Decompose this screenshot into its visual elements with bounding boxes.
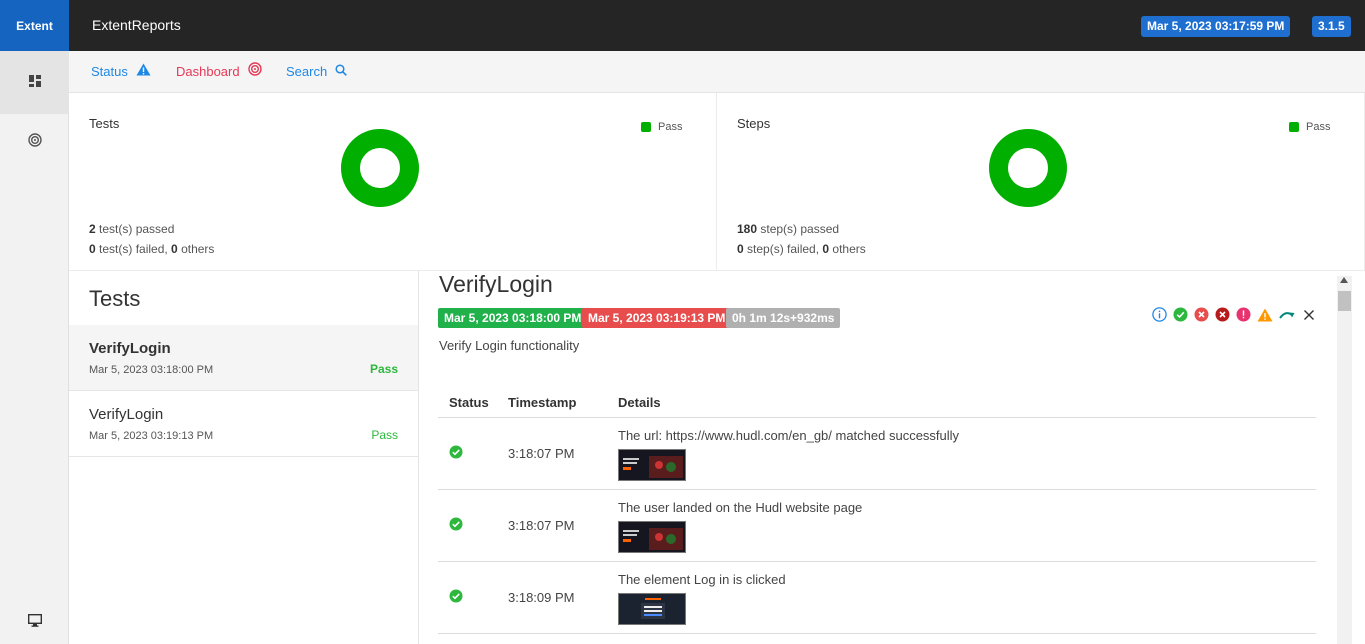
steps-failed-stat: 0 step(s) failed, 0 others [737, 242, 866, 256]
timestamp-cell: 3:18:09 PM [497, 561, 607, 634]
nav-search-link[interactable]: Search [286, 51, 348, 93]
monitor-icon [27, 613, 42, 632]
warning-triangle-icon [136, 51, 151, 93]
clear-filter-icon[interactable] [1302, 308, 1316, 322]
card-title: Steps [737, 116, 771, 131]
sidebar [0, 51, 69, 644]
tests-list-panel: Tests VerifyLogin Mar 5, 2023 03:18:00 P… [69, 271, 419, 644]
tests-heading: Tests [89, 286, 141, 311]
warning-filter-icon[interactable] [1257, 308, 1273, 322]
status-cell [438, 417, 497, 490]
details-cell: The element Log in is clicked [607, 561, 1316, 634]
details-cell: The url: https://www.hudl.com/en_gb/ mat… [607, 417, 1316, 490]
nav-dashboard-link[interactable]: Dashboard [176, 51, 262, 93]
nav-status-label: Status [91, 64, 128, 79]
nav-status-link[interactable]: Status [91, 51, 151, 93]
pass-slice [989, 129, 1067, 207]
screenshot-thumbnail[interactable] [618, 448, 686, 481]
table-header-row: Status Timestamp Details [438, 389, 1316, 418]
table-row: 3:18:07 PM The url: https://www.hudl.com… [438, 417, 1316, 490]
tests-donut-chart [341, 129, 419, 207]
top-bar: Extent ExtentReports Mar 5, 2023 03:17:5… [0, 0, 1365, 51]
fail-filter-icon[interactable] [1194, 307, 1209, 322]
status-cell [438, 489, 497, 562]
screenshot-thumbnail[interactable] [618, 520, 686, 553]
report-name: ExtentReports [92, 17, 181, 33]
tests-failed-stat: 0 test(s) failed, 0 others [89, 242, 215, 256]
test-time: Mar 5, 2023 03:19:13 PM [89, 430, 214, 442]
sidebar-item-environment[interactable] [0, 603, 69, 643]
status-filter-icons [1152, 307, 1316, 322]
nav-search-label: Search [286, 64, 328, 79]
legend-swatch [641, 122, 651, 132]
error-filter-icon[interactable] [1236, 307, 1251, 322]
column-header: Status [438, 389, 497, 418]
test-time: Mar 5, 2023 03:18:00 PM [89, 364, 214, 376]
nav-dashboard-label: Dashboard [176, 64, 240, 79]
test-status: Pass [369, 362, 398, 376]
tests-summary-card: Tests Pass 2 test(s) passed 0 test(s) fa… [69, 93, 717, 271]
chart-legend: Pass [1289, 121, 1330, 133]
sidebar-item-tests[interactable] [0, 51, 69, 114]
tests-passed-stat: 2 test(s) passed [89, 222, 175, 236]
test-name: VerifyLogin [89, 406, 164, 423]
pass-slice [341, 129, 419, 207]
test-description: Verify Login functionality [439, 338, 580, 353]
details-cell: The user landed on the Hudl website page [607, 489, 1316, 562]
target-icon [27, 133, 42, 152]
scrollbar-thumb[interactable] [1338, 291, 1351, 311]
test-list-item[interactable]: VerifyLogin Mar 5, 2023 03:19:13 PM Pass [69, 391, 418, 457]
test-list-item[interactable]: VerifyLogin Mar 5, 2023 03:18:00 PM Pass [69, 325, 418, 391]
steps-summary-card: Steps Pass 180 step(s) passed 0 step(s) … [717, 93, 1365, 271]
legend-label: Pass [1306, 121, 1331, 133]
search-icon [335, 51, 348, 93]
legend-label: Pass [658, 121, 683, 133]
test-status: Pass [371, 428, 398, 442]
column-header: Details [607, 389, 1316, 418]
start-time-badge: Mar 5, 2023 03:18:00 PM [438, 308, 588, 328]
status-cell [438, 561, 497, 634]
fatal-filter-icon[interactable] [1215, 307, 1230, 322]
timestamp-cell: 3:18:07 PM [497, 489, 607, 562]
info-filter-icon[interactable] [1152, 307, 1167, 322]
nav-bar: Status Dashboard Search [69, 51, 1365, 93]
legend-swatch [1289, 122, 1299, 132]
pass-check-icon [449, 589, 463, 606]
chart-legend: Pass [641, 121, 682, 133]
column-header: Timestamp [497, 389, 607, 418]
step-details-text: The element Log in is clicked [618, 571, 786, 587]
skip-filter-icon[interactable] [1279, 309, 1296, 321]
target-icon [247, 51, 262, 93]
dashboard-grid-icon [28, 74, 41, 92]
test-name: VerifyLogin [89, 340, 171, 357]
brand-logo[interactable]: Extent [0, 0, 69, 51]
pass-check-icon [449, 517, 463, 534]
version-badge: 3.1.5 [1312, 16, 1351, 37]
test-detail-panel: VerifyLogin Mar 5, 2023 03:18:00 PM Mar … [419, 271, 1334, 644]
sidebar-item-dashboard[interactable] [0, 111, 69, 174]
table-row: 3:18:07 PM The user landed on the Hudl w… [438, 489, 1316, 562]
screenshot-thumbnail[interactable] [618, 592, 686, 625]
timestamp-cell: 3:18:07 PM [497, 417, 607, 490]
scroll-up-arrow[interactable] [1340, 277, 1348, 283]
step-log-table: Status Timestamp Details 3:18:07 PM The … [438, 389, 1316, 634]
step-details-text: The user landed on the Hudl website page [618, 499, 863, 515]
steps-passed-stat: 180 step(s) passed [737, 222, 840, 236]
pass-check-icon [449, 445, 463, 462]
steps-donut-chart [989, 129, 1067, 207]
duration-badge: 0h 1m 12s+932ms [726, 308, 841, 328]
scrollbar-track[interactable] [1337, 276, 1352, 644]
table-row: 3:18:09 PM The element Log in is clicked [438, 561, 1316, 634]
end-time-badge: Mar 5, 2023 03:19:13 PM [582, 308, 732, 328]
card-title: Tests [89, 116, 120, 131]
step-details-text: The url: https://www.hudl.com/en_gb/ mat… [618, 427, 960, 443]
detail-title: VerifyLogin [439, 271, 553, 297]
report-date-badge: Mar 5, 2023 03:17:59 PM [1141, 16, 1291, 37]
pass-filter-icon[interactable] [1173, 307, 1188, 322]
